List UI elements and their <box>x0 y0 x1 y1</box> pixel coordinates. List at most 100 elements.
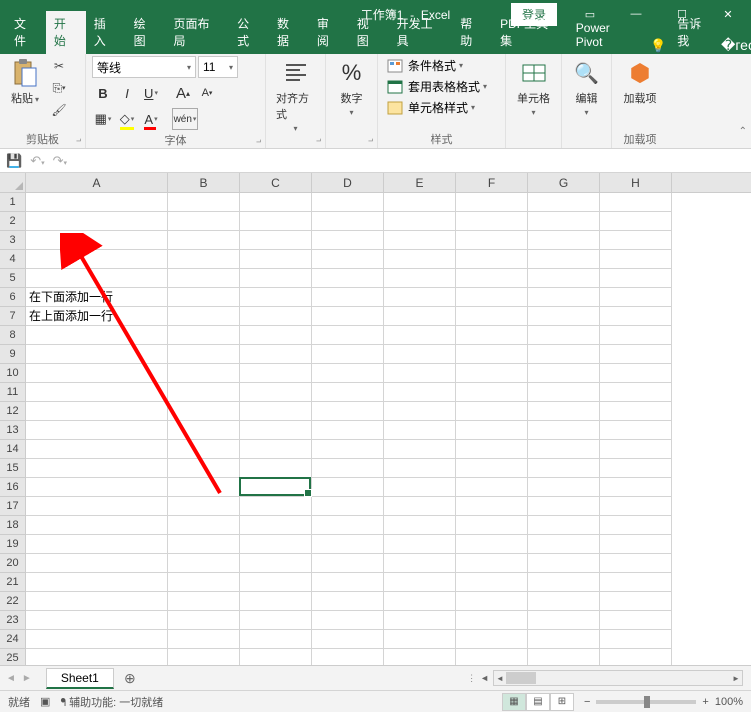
cell-A11[interactable] <box>26 383 168 402</box>
row-header[interactable]: 24 <box>0 630 26 649</box>
cell-C6[interactable] <box>240 288 312 307</box>
cell-F9[interactable] <box>456 345 528 364</box>
cell-E25[interactable] <box>384 649 456 665</box>
cell-G19[interactable] <box>528 535 600 554</box>
cell-B7[interactable] <box>168 307 240 326</box>
cell-C4[interactable] <box>240 250 312 269</box>
cell-E7[interactable] <box>384 307 456 326</box>
cell-B11[interactable] <box>168 383 240 402</box>
cell-C23[interactable] <box>240 611 312 630</box>
row-header[interactable]: 18 <box>0 516 26 535</box>
cell-H1[interactable] <box>600 193 672 212</box>
cell-D2[interactable] <box>312 212 384 231</box>
cell-F19[interactable] <box>456 535 528 554</box>
cell-A2[interactable] <box>26 212 168 231</box>
cell-G5[interactable] <box>528 269 600 288</box>
cell-G8[interactable] <box>528 326 600 345</box>
row-header[interactable]: 2 <box>0 212 26 231</box>
cell-G20[interactable] <box>528 554 600 573</box>
cell-F2[interactable] <box>456 212 528 231</box>
cell-G25[interactable] <box>528 649 600 665</box>
cell-A8[interactable] <box>26 326 168 345</box>
editing-button[interactable]: 🔍 编辑 ▾ <box>568 56 606 119</box>
cell-B24[interactable] <box>168 630 240 649</box>
cell-E9[interactable] <box>384 345 456 364</box>
cell-D14[interactable] <box>312 440 384 459</box>
underline-button[interactable]: U▾ <box>140 82 162 104</box>
cell-F20[interactable] <box>456 554 528 573</box>
cell-C5[interactable] <box>240 269 312 288</box>
cell-D3[interactable] <box>312 231 384 250</box>
cell-C3[interactable] <box>240 231 312 250</box>
tab-help[interactable]: 帮助 <box>452 11 492 54</box>
cell-B6[interactable] <box>168 288 240 307</box>
cell-H25[interactable] <box>600 649 672 665</box>
row-header[interactable]: 17 <box>0 497 26 516</box>
cell-E20[interactable] <box>384 554 456 573</box>
cell-B8[interactable] <box>168 326 240 345</box>
tab-data[interactable]: 数据 <box>269 11 309 54</box>
cell-F16[interactable] <box>456 478 528 497</box>
tell-me[interactable]: 告诉我 <box>669 11 721 54</box>
cell-F15[interactable] <box>456 459 528 478</box>
column-header-D[interactable]: D <box>312 173 384 192</box>
cell-F25[interactable] <box>456 649 528 665</box>
worksheet-grid[interactable]: 123456在下面添加一行7在上面添加一行8910111213141516171… <box>0 193 751 665</box>
cell-G23[interactable] <box>528 611 600 630</box>
cell-D1[interactable] <box>312 193 384 212</box>
cell-H9[interactable] <box>600 345 672 364</box>
cell-H15[interactable] <box>600 459 672 478</box>
cell-D15[interactable] <box>312 459 384 478</box>
cell-G7[interactable] <box>528 307 600 326</box>
cell-D4[interactable] <box>312 250 384 269</box>
alignment-button[interactable]: 对齐方式 ▾ <box>272 56 319 135</box>
column-header-E[interactable]: E <box>384 173 456 192</box>
cell-E3[interactable] <box>384 231 456 250</box>
cell-B13[interactable] <box>168 421 240 440</box>
row-header[interactable]: 22 <box>0 592 26 611</box>
cell-A9[interactable] <box>26 345 168 364</box>
tab-formulas[interactable]: 公式 <box>229 11 269 54</box>
column-header-B[interactable]: B <box>168 173 240 192</box>
conditional-formatting-button[interactable]: 条件格式▾ <box>384 56 489 75</box>
cell-A25[interactable] <box>26 649 168 665</box>
row-header[interactable]: 9 <box>0 345 26 364</box>
cell-D19[interactable] <box>312 535 384 554</box>
cell-H23[interactable] <box>600 611 672 630</box>
row-header[interactable]: 15 <box>0 459 26 478</box>
cell-G1[interactable] <box>528 193 600 212</box>
cell-A5[interactable] <box>26 269 168 288</box>
row-header[interactable]: 11 <box>0 383 26 402</box>
column-header-F[interactable]: F <box>456 173 528 192</box>
cell-E2[interactable] <box>384 212 456 231</box>
cell-F23[interactable] <box>456 611 528 630</box>
cell-G10[interactable] <box>528 364 600 383</box>
cell-E23[interactable] <box>384 611 456 630</box>
cell-F11[interactable] <box>456 383 528 402</box>
row-header[interactable]: 13 <box>0 421 26 440</box>
cell-H6[interactable] <box>600 288 672 307</box>
cell-D5[interactable] <box>312 269 384 288</box>
tab-insert[interactable]: 插入 <box>86 11 126 54</box>
row-header[interactable]: 1 <box>0 193 26 212</box>
cell-E6[interactable] <box>384 288 456 307</box>
cell-H3[interactable] <box>600 231 672 250</box>
column-header-C[interactable]: C <box>240 173 312 192</box>
cell-styles-button[interactable]: 单元格样式▾ <box>384 98 489 117</box>
cell-D11[interactable] <box>312 383 384 402</box>
cell-D17[interactable] <box>312 497 384 516</box>
bold-button[interactable]: B <box>92 82 114 104</box>
cell-G16[interactable] <box>528 478 600 497</box>
cell-C25[interactable] <box>240 649 312 665</box>
cell-G4[interactable] <box>528 250 600 269</box>
column-header-G[interactable]: G <box>528 173 600 192</box>
italic-button[interactable]: I <box>116 82 138 104</box>
cell-A24[interactable] <box>26 630 168 649</box>
cell-H4[interactable] <box>600 250 672 269</box>
row-header[interactable]: 14 <box>0 440 26 459</box>
cell-B17[interactable] <box>168 497 240 516</box>
cell-F6[interactable] <box>456 288 528 307</box>
row-header[interactable]: 20 <box>0 554 26 573</box>
font-color-button[interactable]: A▾ <box>140 108 162 130</box>
cell-E12[interactable] <box>384 402 456 421</box>
